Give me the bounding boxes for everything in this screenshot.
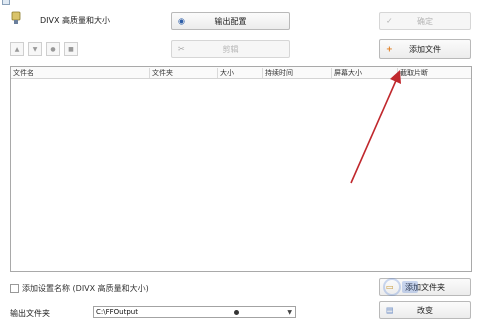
output-config-button[interactable]: ◉ 输出配置 [171, 12, 290, 30]
output-folder-value: C:\FFOutput [96, 308, 138, 316]
add-setting-name-checkbox[interactable]: 添加设置名称 (DIVX 高质量和大小) [10, 283, 149, 294]
ok-icon: ✓ [386, 16, 393, 26]
video-format-icon [11, 11, 21, 24]
column-duration[interactable]: 持续时间 [262, 68, 293, 78]
column-filename[interactable]: 文件名 [11, 68, 34, 78]
radio-icon: ◉ [178, 16, 185, 26]
window-title [0, 0, 60, 10]
move-down-icon[interactable]: ▼ [28, 42, 42, 56]
file-table[interactable]: 文件名 文件夹 大小 持续时间 屏幕大小 截取片断 [10, 66, 472, 272]
add-setting-name-label: 添加设置名称 (DIVX 高质量和大小) [22, 284, 149, 293]
clip-button[interactable]: ✂ 剪辑 [171, 40, 290, 58]
checkbox-box[interactable] [10, 284, 19, 293]
cursor-dot-icon [234, 310, 239, 315]
output-config-label: 输出配置 [214, 16, 247, 26]
plus-icon: + [386, 44, 393, 54]
add-file-label: 添加文件 [409, 44, 441, 54]
ok-label: 确定 [417, 16, 433, 26]
column-clip-segment[interactable]: 截取片断 [397, 68, 428, 78]
output-folder-label: 输出文件夹 [10, 309, 50, 318]
change-label: 改变 [417, 305, 433, 315]
ok-button[interactable]: ✓ 确定 [379, 12, 471, 30]
change-button[interactable]: ▤ 改变 [379, 301, 471, 319]
app-icon [2, 0, 10, 5]
move-up-icon[interactable]: ▲ [10, 42, 24, 56]
table-header: 文件名 文件夹 大小 持续时间 屏幕大小 截取片断 [11, 67, 471, 79]
column-screen-size[interactable]: 屏幕大小 [331, 68, 362, 78]
folder-change-icon: ▤ [386, 305, 394, 315]
scissors-icon: ✂ [178, 44, 185, 54]
format-label: DIVX 高质量和大小 [40, 16, 111, 25]
add-file-button[interactable]: + 添加文件 [379, 39, 471, 59]
column-folder[interactable]: 文件夹 [149, 68, 173, 78]
output-folder-select[interactable]: C:\FFOutput ▼ [93, 306, 296, 318]
column-size[interactable]: 大小 [217, 68, 234, 78]
remove-icon[interactable]: ● [46, 42, 60, 56]
clear-icon[interactable]: ■ [64, 42, 78, 56]
clip-label: 剪辑 [222, 44, 239, 54]
dropdown-caret-icon[interactable]: ▼ [287, 309, 292, 316]
watermark-logo-icon [383, 278, 418, 296]
